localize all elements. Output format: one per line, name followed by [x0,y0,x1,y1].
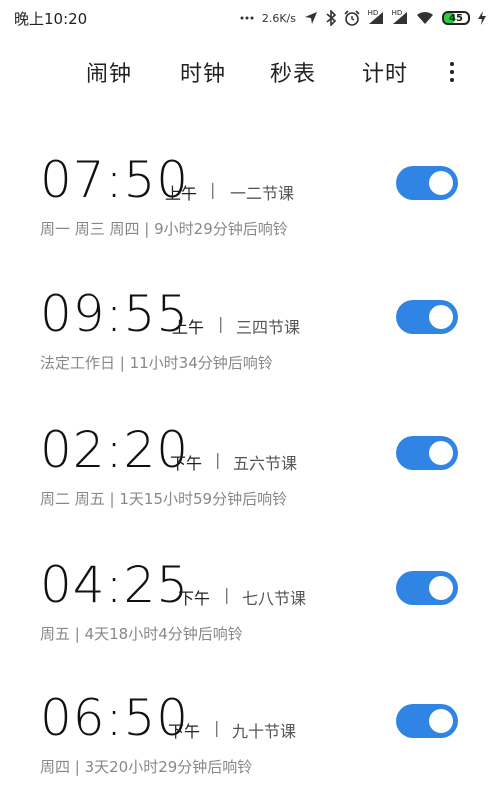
status-bar: 晚上10:20 2.6K/s HD HD 45 [0,0,500,36]
alarm-toggle[interactable] [396,704,458,738]
alarm-schedule: 周一 周三 周四 | 9小时29分钟后响铃 [40,220,288,238]
toggle-knob [429,576,453,600]
alarm-item[interactable]: 06:50 下午 | 九十节课 周四 | 3天20小时29分钟后响铃 [0,688,500,808]
alarm-divider: | [210,180,216,199]
alarm-icon [344,10,360,26]
signal-dots-icon [240,15,254,21]
hd-label: HD [367,9,379,17]
status-time: 晚上10:20 [14,9,88,28]
alarm-toggle[interactable] [396,436,458,470]
charging-icon [478,11,486,25]
alarm-divider: | [224,585,230,604]
alarm-time: 04:25 [40,556,190,614]
battery-level: 45 [449,12,463,24]
signal-icon: HD [367,9,384,25]
tab-clock[interactable]: 时钟 [180,56,226,88]
tab-alarm[interactable]: 闹钟 [86,56,132,88]
signal-icon: HD [391,9,408,25]
more-options-button[interactable] [440,56,464,88]
wifi-icon [416,11,434,25]
tab-bar: 闹钟 时钟 秒表 计时 [0,50,500,94]
alarm-time: 09:55 [40,285,190,343]
alarm-ampm: 上午 [165,184,198,203]
alarm-toggle[interactable] [396,300,458,334]
alarm-time: 06:50 [40,689,190,747]
location-icon [304,11,318,25]
alarm-ampm: 下午 [178,589,211,608]
alarm-label: 一二节课 [230,184,295,203]
alarm-ampm: 下午 [170,454,203,473]
toggle-knob [429,709,453,733]
tab-timer[interactable]: 计时 [362,56,408,88]
alarm-schedule: 周四 | 3天20小时29分钟后响铃 [40,758,253,776]
alarm-toggle[interactable] [396,166,458,200]
alarm-item[interactable]: 04:25 下午 | 七八节课 周五 | 4天18小时4分钟后响铃 [0,555,500,675]
hd-label: HD [391,9,403,17]
toggle-knob [429,305,453,329]
battery-icon: 45 [442,11,470,25]
alarm-label: 三四节课 [236,318,301,337]
network-speed: 2.6K/s [261,11,296,25]
alarm-divider: | [215,450,221,469]
tab-stopwatch[interactable]: 秒表 [270,56,316,88]
alarm-divider: | [214,718,220,737]
status-bar-left: 晚上10:20 [14,8,87,29]
alarm-label: 九十节课 [232,722,297,741]
alarm-item[interactable]: 02:20 下午 | 五六节课 周二 周五 | 1天15小时59分钟后响铃 [0,420,500,540]
alarm-item[interactable]: 07:50 上午 | 一二节课 周一 周三 周四 | 9小时29分钟后响铃 [0,150,500,270]
alarm-schedule: 周五 | 4天18小时4分钟后响铃 [40,625,243,643]
toggle-knob [429,441,453,465]
bluetooth-icon [326,10,336,26]
alarm-item[interactable]: 09:55 上午 | 三四节课 法定工作日 | 11小时34分钟后响铃 [0,284,500,404]
alarm-label: 五六节课 [233,454,298,473]
alarm-divider: | [218,314,224,333]
alarm-toggle[interactable] [396,571,458,605]
alarm-schedule: 法定工作日 | 11小时34分钟后响铃 [40,354,273,372]
alarm-label: 七八节课 [242,589,307,608]
alarm-schedule: 周二 周五 | 1天15小时59分钟后响铃 [40,490,288,508]
alarm-ampm: 上午 [172,318,205,337]
status-bar-right: 2.6K/s HD HD 45 [240,9,486,26]
toggle-knob [429,171,453,195]
alarm-ampm: 下午 [168,722,201,741]
alarm-time: 02:20 [40,421,190,479]
